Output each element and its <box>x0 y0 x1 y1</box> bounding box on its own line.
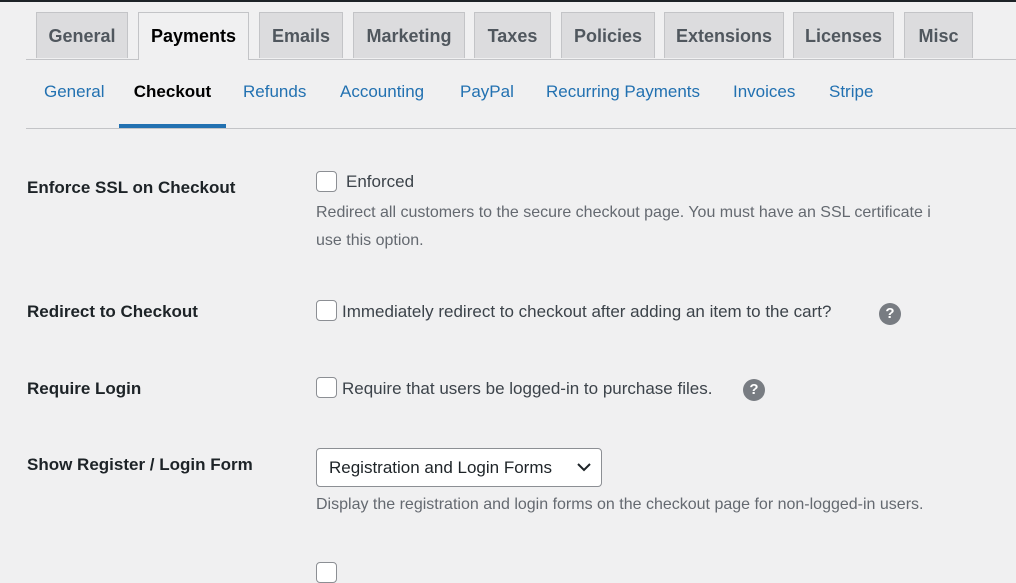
chevron-down-icon <box>577 463 591 472</box>
tab-marketing[interactable]: Marketing <box>353 12 465 58</box>
require-login-checkbox[interactable] <box>316 377 337 398</box>
tab-general[interactable]: General <box>36 12 128 58</box>
subtab-stripe[interactable]: Stripe <box>829 60 873 128</box>
redirect-checkout-label: Redirect to Checkout <box>27 302 198 321</box>
subtab-invoices[interactable]: Invoices <box>733 60 795 128</box>
register-login-form-select[interactable]: Registration and Login Forms <box>316 448 602 487</box>
window-top-edge <box>0 0 1016 2</box>
require-login-help-icon[interactable]: ? <box>743 379 765 401</box>
enforce-ssl-description-line2: use this option. <box>316 232 424 249</box>
enforce-ssl-description-line1: Redirect all customers to the secure che… <box>316 204 931 221</box>
subtab-refunds[interactable]: Refunds <box>243 60 306 128</box>
redirect-checkout-help-icon[interactable]: ? <box>879 303 901 325</box>
enforce-ssl-checkbox-label[interactable]: Enforced <box>346 172 414 192</box>
tab-extensions[interactable]: Extensions <box>664 12 784 58</box>
tab-licenses[interactable]: Licenses <box>793 12 894 58</box>
subtab-paypal[interactable]: PayPal <box>460 60 514 128</box>
tab-emails[interactable]: Emails <box>259 12 343 58</box>
register-login-form-description: Display the registration and login forms… <box>316 496 924 513</box>
next-setting-checkbox[interactable] <box>316 562 337 583</box>
subtab-recurring-payments[interactable]: Recurring Payments <box>546 60 700 128</box>
tab-policies[interactable]: Policies <box>561 12 655 58</box>
subtab-general[interactable]: General <box>44 60 104 128</box>
tab-misc[interactable]: Misc <box>904 12 973 58</box>
main-tab-bar: General Payments Emails Marketing Taxes … <box>26 12 1016 60</box>
subtab-checkout[interactable]: Checkout <box>119 60 226 128</box>
redirect-checkout-checkbox-label[interactable]: Immediately redirect to checkout after a… <box>342 302 831 322</box>
enforce-ssl-checkbox[interactable] <box>316 171 337 192</box>
register-login-form-selected-value: Registration and Login Forms <box>329 458 553 477</box>
tab-taxes[interactable]: Taxes <box>474 12 551 58</box>
register-login-form-label: Show Register / Login Form <box>27 455 253 474</box>
redirect-checkout-checkbox[interactable] <box>316 300 337 321</box>
enforce-ssl-label: Enforce SSL on Checkout <box>27 178 236 197</box>
require-login-label: Require Login <box>27 379 142 398</box>
subtab-accounting[interactable]: Accounting <box>340 60 424 128</box>
tab-payments[interactable]: Payments <box>138 12 249 60</box>
sub-tab-bar: General Checkout Refunds Accounting PayP… <box>26 60 1016 129</box>
require-login-checkbox-label[interactable]: Require that users be logged-in to purch… <box>342 379 712 399</box>
